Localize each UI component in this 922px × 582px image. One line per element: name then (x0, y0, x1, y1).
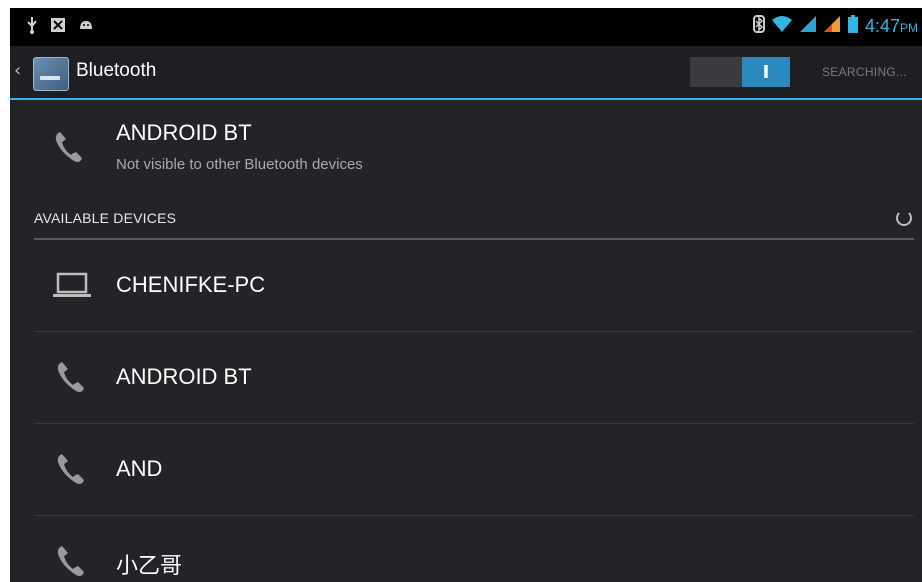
available-devices-list: CHENIFKE-PC ANDROID BT AND 小乙哥 (34, 240, 914, 582)
notification-icon (50, 17, 66, 38)
my-device-item[interactable]: ANDROID BT Not visible to other Bluetoot… (10, 100, 922, 198)
device-name: CHENIFKE-PC (116, 272, 266, 297)
phone-icon (54, 130, 84, 164)
laptop-icon (50, 268, 94, 304)
status-left-icons (26, 16, 94, 39)
up-caret-icon[interactable]: ‹ (14, 60, 21, 81)
device-name: ANDROID BT (116, 364, 252, 389)
device-row-xiaoyige[interactable]: 小乙哥 (34, 516, 914, 582)
status-ampm: PM (900, 21, 918, 35)
my-device-name: ANDROID BT (116, 120, 252, 145)
available-devices-header: AVAILABLE DEVICES (34, 198, 914, 240)
usb-icon (26, 16, 38, 39)
settings-app-icon[interactable] (33, 57, 69, 91)
status-bar: 4:47PM (10, 8, 922, 46)
page-title: Bluetooth (76, 60, 157, 81)
searching-status[interactable]: SEARCHING... (822, 65, 907, 79)
bluetooth-icon (752, 14, 765, 39)
status-time: 4:47PM (864, 16, 918, 36)
device-row-and[interactable]: AND (34, 424, 914, 516)
device-name: AND (116, 456, 163, 481)
android-debug-icon (78, 17, 94, 38)
toggle-thumb[interactable]: I (742, 57, 790, 87)
battery-icon (847, 14, 859, 39)
available-devices-label: AVAILABLE DEVICES (34, 210, 177, 226)
signal-icon (799, 15, 817, 38)
progress-spinner-icon (896, 210, 912, 226)
toggle-on-label: I (762, 61, 770, 83)
status-right-icons: 4:47PM (752, 14, 918, 39)
action-bar: ‹ Bluetooth I SEARCHING... (10, 46, 922, 100)
wifi-icon (771, 15, 793, 38)
my-device-visibility: Not visible to other Bluetooth devices (116, 156, 363, 173)
phone-icon (50, 452, 94, 488)
phone-icon (50, 360, 94, 396)
phone-icon (50, 544, 94, 580)
device-row-chenifke-pc[interactable]: CHENIFKE-PC (34, 240, 914, 332)
bluetooth-toggle[interactable]: I (690, 57, 790, 87)
signal-icon-2 (823, 15, 841, 38)
device-name: 小乙哥 (116, 553, 183, 578)
android-screen: 4:47PM ‹ Bluetooth I SEARCHING... ANDROI… (10, 8, 922, 582)
device-row-android-bt[interactable]: ANDROID BT (34, 332, 914, 424)
